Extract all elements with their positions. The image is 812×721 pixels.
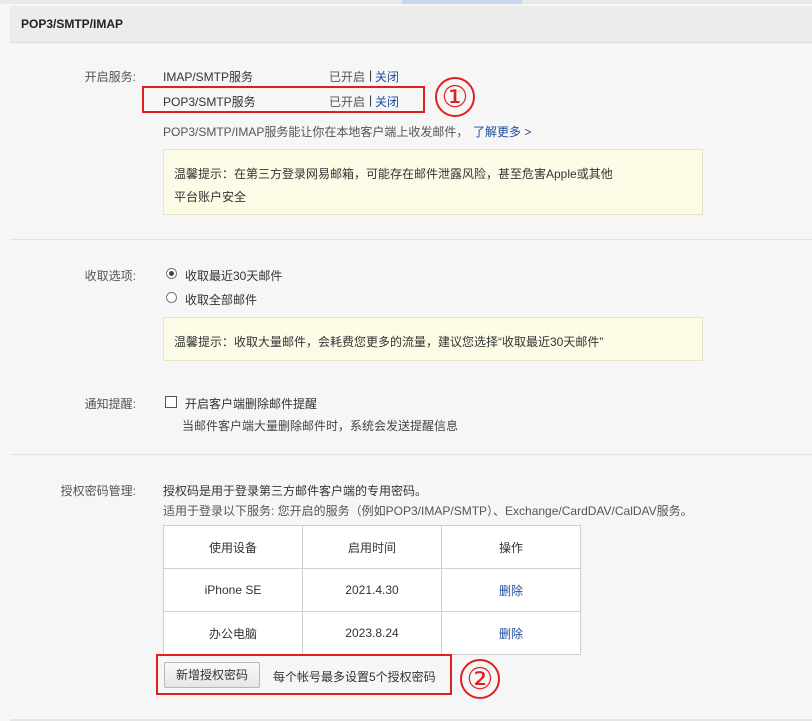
notify-delete-checkbox[interactable] [165, 396, 177, 408]
top-bar-accent [402, 0, 522, 4]
receive-all-radio[interactable] [166, 292, 177, 303]
section-header: POP3/SMTP/IMAP [10, 6, 812, 43]
section-title: POP3/SMTP/IMAP [21, 17, 124, 31]
auth-description-1: 授权码是用于登录第三方邮件客户端的专用密码。 [163, 484, 428, 498]
service-description: POP3/SMTP/IMAP服务能让你在本地客户端上收发邮件， [163, 125, 469, 139]
table-header-row: 使用设备 启用时间 操作 [163, 525, 581, 569]
annotation-number-1: ① [435, 77, 475, 117]
device-name: iPhone SE [163, 568, 303, 612]
notify-description: 当邮件客户端大量删除邮件时，系统会发送提醒信息 [182, 419, 459, 433]
divider-1 [10, 239, 812, 240]
table-row: iPhone SE 2021.4.30 删除 [163, 568, 581, 612]
notify-checkbox-label[interactable]: 开启客户端删除邮件提醒 [185, 395, 317, 412]
table-row: 办公电脑 2023.8.24 删除 [163, 611, 581, 655]
receive-tip-text: 温馨提示：收取大量邮件，会耗费您更多的流量，建议您选择“收取最近30天邮件” [174, 335, 604, 349]
imap-separator: | [369, 68, 373, 82]
service-tip-line1: 温馨提示：在第三方登录网易邮箱，可能存在邮件泄露风险，甚至危害Apple或其他 [174, 167, 613, 181]
service-tip-line2: 平台账户安全 [174, 190, 247, 204]
annotation-box-2 [156, 654, 452, 695]
auth-description-2: 适用于登录以下服务: 您开启的服务（例如POP3/IMAP/SMTP）、Exch… [163, 504, 693, 518]
auth-label: 授权密码管理: [60, 484, 136, 498]
receive-all-label[interactable]: 收取全部邮件 [185, 291, 257, 308]
service-label: 开启服务: [84, 70, 136, 84]
action-cell: 删除 [441, 568, 581, 612]
imap-service-status: 已开启 [329, 70, 366, 84]
receive-30days-label[interactable]: 收取最近30天邮件 [185, 267, 282, 284]
device-name: 办公电脑 [163, 611, 303, 655]
column-header-action: 操作 [441, 525, 581, 569]
auth-device-table: 使用设备 启用时间 操作 iPhone SE 2021.4.30 删除 办公电脑… [163, 525, 581, 655]
learn-more-link[interactable]: 了解更多 > [473, 123, 531, 140]
notify-label: 通知提醒: [84, 397, 136, 411]
action-cell: 删除 [441, 611, 581, 655]
delete-link[interactable]: 删除 [499, 627, 523, 641]
column-header-device: 使用设备 [163, 525, 303, 569]
service-tip-box: 温馨提示：在第三方登录网易邮箱，可能存在邮件泄露风险，甚至危害Apple或其他 … [163, 149, 703, 215]
column-header-date: 启用时间 [302, 525, 442, 569]
annotation-box-1 [142, 86, 425, 113]
receive-label: 收取选项: [84, 269, 136, 283]
enable-date: 2023.8.24 [302, 611, 442, 655]
receive-tip-box: 温馨提示：收取大量邮件，会耗费您更多的流量，建议您选择“收取最近30天邮件” [163, 317, 703, 361]
annotation-number-2: ② [460, 659, 500, 699]
enable-date: 2021.4.30 [302, 568, 442, 612]
imap-close-link[interactable]: 关闭 [375, 68, 399, 85]
receive-30days-radio[interactable] [166, 268, 177, 279]
delete-link[interactable]: 删除 [499, 584, 523, 598]
imap-service-name: IMAP/SMTP服务 [163, 70, 254, 84]
divider-2 [10, 454, 812, 455]
settings-panel: 开启服务: IMAP/SMTP服务 已开启 | 关闭 POP3/SMTP服务 已… [10, 43, 812, 721]
